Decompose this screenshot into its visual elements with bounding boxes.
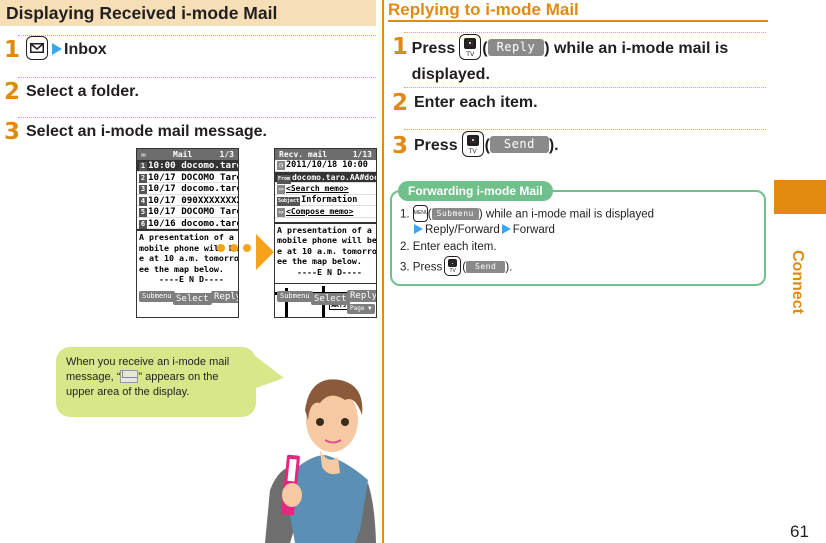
dot-decoration: [217, 244, 225, 252]
forwarding-title: Forwarding i-mode Mail: [398, 181, 553, 201]
softkey-page-down[interactable]: Page ▼: [347, 304, 375, 314]
mail-detail-screen: Recv. mail 1/13 ◷ 2011/10/18 10:00 From do…: [274, 148, 377, 318]
next-arrow-icon: [256, 234, 274, 270]
forwarding-line-1b: Reply/Forward Forward: [412, 223, 555, 238]
reply-softkey: Reply: [487, 38, 545, 56]
mail-icon: ✉: [141, 150, 146, 159]
divider: [18, 35, 376, 36]
step-number: 1: [4, 37, 21, 63]
mail-list-row[interactable]: 5 10/17 DOCOMO Taro: [137, 206, 238, 218]
chapter-tab[interactable]: [774, 180, 826, 214]
chapter-label: Connect: [789, 250, 806, 314]
divider: [404, 32, 766, 33]
step-2: 2 Enter each item.: [392, 90, 538, 116]
compose-memo-link[interactable]: ▭ <Compose memo>: [275, 206, 376, 218]
left-column: Displaying Received i-mode Mail 1 Inbox …: [0, 0, 378, 543]
mail-key-icon: [26, 36, 48, 61]
camera-tv-key-icon: TV: [444, 256, 462, 276]
camera-tv-key-icon: TV: [459, 33, 482, 60]
column-divider: [382, 0, 384, 543]
softkey-submenu[interactable]: Submenu: [139, 291, 175, 302]
mail-preview: A presentation of a new mobile phone wil…: [137, 229, 238, 286]
mail-list-row[interactable]: 110:00 docomo.taro.: [137, 160, 238, 172]
step-label: Select a folder.: [26, 83, 139, 100]
step-2: 2 Select a folder.: [4, 79, 139, 105]
step-3: 3 Select an i-mode mail message.: [4, 119, 267, 145]
arrow-right-icon: [52, 42, 62, 55]
send-softkey: Send: [489, 136, 549, 153]
step-3: 3 Press TV(Send).: [392, 131, 559, 159]
step-1: 1 Inbox: [4, 36, 107, 63]
forwarding-line-1: 1. MENU(Submenu) while an i-mode mail is…: [400, 205, 654, 223]
detail-from[interactable]: Fromdocomo.taro.AA#docom: [275, 171, 376, 184]
step-label: Select an i-mode mail message.: [26, 123, 267, 140]
step-number: 1: [392, 34, 409, 60]
mail-list-row[interactable]: 310/17 docomo.taro.: [137, 183, 238, 195]
dot-decoration: [243, 244, 251, 252]
step-1: 1 Press TV(Reply) while an i-mode mail is…: [392, 33, 729, 83]
softkey-select[interactable]: Select: [173, 293, 212, 305]
screen-title-bar: ✉ Mail 1/3: [137, 149, 238, 160]
section-title-replying: Replying to i-mode Mail: [388, 0, 768, 22]
search-memo-link[interactable]: ▭ <Search memo>: [275, 183, 376, 195]
mail-list-row[interactable]: 2 10/17 DOCOMO Taro: [137, 172, 238, 183]
divider: [404, 129, 766, 130]
step-number: 3: [4, 119, 21, 145]
forwarding-line-3: 3. Press TV(Send).: [400, 256, 512, 276]
mail-list-screen: ✉ Mail 1/3 110:00 docomo.taro. 210/17 DO…: [136, 148, 239, 318]
forwarding-line-2: 2. Enter each item.: [400, 241, 497, 253]
camera-tv-key-icon: TV: [461, 131, 484, 157]
section-title-displaying: Displaying Received i-mode Mail: [0, 0, 376, 26]
dot-decoration: [230, 244, 238, 252]
arrow-right-icon: [501, 223, 511, 234]
envelope-icon: [120, 369, 139, 383]
divider: [18, 77, 376, 78]
softkey-select[interactable]: Select: [311, 293, 350, 305]
send-softkey: Send: [466, 260, 506, 273]
softkey-bar: Submenu Select Reply Page ▼: [275, 287, 376, 317]
softkey-submenu[interactable]: Submenu: [277, 291, 313, 302]
detail-date: ◷ 2011/10/18 10:00: [275, 160, 376, 172]
softkey-reply[interactable]: Reply: [347, 290, 376, 302]
step-label: Inbox: [64, 41, 107, 58]
submenu-softkey: Submenu: [431, 207, 479, 220]
speech-bubble: When you receive an i-mode mail message,…: [56, 347, 256, 417]
mail-list-row[interactable]: 4 10/17 090XXXXXXXX: [137, 195, 238, 206]
step-number: 3: [392, 133, 409, 159]
detail-subject: Subject Information: [275, 195, 376, 206]
screen-title-bar: Recv. mail 1/13: [275, 149, 376, 160]
divider: [18, 117, 376, 118]
page-number: 61: [790, 522, 809, 541]
arrow-right-icon: [414, 223, 423, 234]
step-number: 2: [392, 90, 409, 116]
right-column: Replying to i-mode Mail 1 Press TV(Reply)…: [388, 0, 768, 543]
mail-list-row[interactable]: 610/16 docomo.taro.: [137, 218, 238, 229]
step-label: Enter each item.: [414, 94, 538, 111]
mail-body: A presentation of a new mobile phone wil…: [275, 221, 376, 279]
softkey-bar: Submenu Select Reply: [137, 287, 238, 317]
softkey-reply[interactable]: Reply: [211, 291, 238, 303]
divider: [404, 87, 766, 88]
person-illustration-icon: [265, 379, 376, 543]
step-number: 2: [4, 79, 21, 105]
menu-key-icon: MENU: [412, 205, 429, 222]
